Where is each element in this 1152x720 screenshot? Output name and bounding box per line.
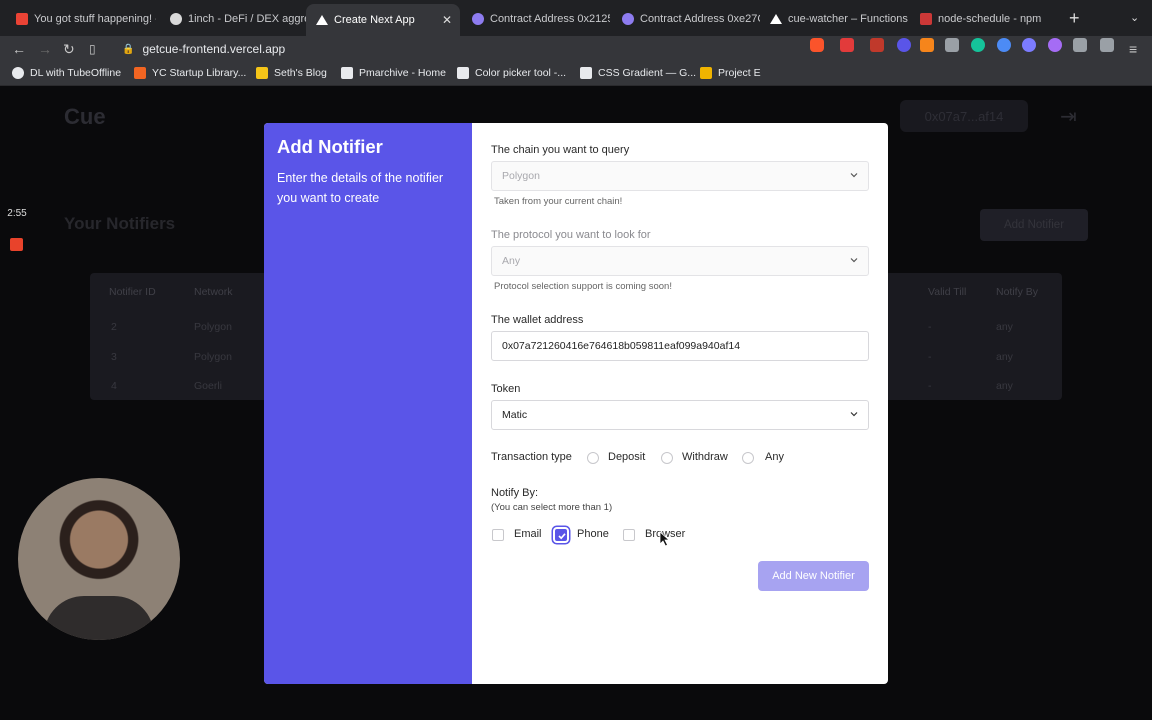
medium-icon [457,67,469,79]
bookmark-item[interactable]: CSS Gradient — G... [580,67,696,79]
back-icon[interactable]: ← [12,39,26,59]
chevron-down-icon [850,171,858,179]
extension-icon[interactable] [1022,38,1036,52]
polygonscan-icon [622,13,634,25]
bookmark-item[interactable]: Seth's Blog [256,67,327,79]
metamask-icon[interactable] [920,38,934,52]
notify-by-label: Notify By: [491,487,539,499]
token-select[interactable]: Matic [491,400,869,430]
close-tab-icon[interactable]: ✕ [442,13,452,27]
wallet-label: The wallet address [491,314,584,326]
tab-search-icon[interactable]: ⌄ [1130,11,1139,24]
tab-node-schedule[interactable]: node-schedule - npm [910,6,1060,32]
brave-shield-icon[interactable] [810,38,824,52]
tab-contract-1[interactable]: Contract Address 0x2125a [462,6,610,32]
tab-gmail[interactable]: You got stuff happening! - [6,6,156,32]
vercel-icon [316,15,328,25]
tab-contract-2[interactable]: Contract Address 0xe27C8 [612,6,760,32]
vercel-icon [770,14,782,24]
protocol-select[interactable]: Any [491,246,869,276]
any-label: Any [765,451,784,463]
modal-subtitle: Enter the details of the notifier you wa… [277,171,444,205]
mouse-cursor-icon [659,531,671,547]
email-label: Email [514,528,542,540]
chevron-down-icon [850,256,858,264]
wallet-address-input[interactable]: 0x07a721260416e764618b059811eaf099a940af… [491,331,869,361]
protocol-hint: Protocol selection support is coming soo… [494,281,672,292]
chain-hint: Taken from your current chain! [494,196,623,207]
bookmark-item[interactable]: DL with TubeOffline [12,67,121,79]
browser-checkbox[interactable] [623,529,635,541]
add-notifier-modal: Add Notifier Enter the details of the no… [264,123,888,684]
withdraw-radio[interactable] [661,452,673,464]
bookmark-item[interactable]: Project E [700,67,761,79]
tab-create-next-app[interactable]: Create Next App ✕ [306,4,460,36]
phone-checkbox[interactable] [555,529,567,541]
modal-title: Add Notifier [277,136,383,157]
modal-sidebar: Add Notifier Enter the details of the no… [264,123,472,684]
extension-icon[interactable] [945,38,959,52]
phone-label: Phone [577,528,609,540]
puzzle-icon[interactable] [1073,38,1087,52]
forward-icon[interactable]: → [38,39,52,59]
bookmark-item[interactable]: Color picker tool -... [457,67,566,79]
token-label: Token [491,383,521,395]
chevron-down-icon [850,410,858,418]
address-bar[interactable]: 🔒 getcue-frontend.vercel.app [122,39,285,59]
yc-icon [134,67,146,79]
notify-by-sublabel: (You can select more than 1) [491,502,613,513]
bookmarks-bar: DL with TubeOffline YC Startup Library..… [0,62,1152,86]
miro-icon [700,67,712,79]
protocol-label: The protocol you want to look for [491,229,651,241]
extension-icon[interactable] [997,38,1011,52]
tab-1inch[interactable]: 1inch - DeFi / DEX aggrega [160,6,306,32]
chain-select[interactable]: Polygon [491,161,869,191]
any-radio[interactable] [742,452,754,464]
chain-label: The chain you want to query [491,144,630,156]
extension-icon[interactable] [897,38,911,52]
lock-icon: 🔒 [122,43,135,55]
transaction-type-label: Transaction type [491,451,572,463]
recording-timer: 2:55 [7,207,27,219]
globe-icon [12,67,24,79]
checkmark-icon [558,533,566,540]
tab-cue-watcher[interactable]: cue-watcher – Functions [760,6,910,32]
bookmark-item[interactable]: Pmarchive - Home [341,67,446,79]
css-gradient-icon [580,67,592,79]
email-checkbox[interactable] [492,529,504,541]
stop-recording-icon[interactable] [10,238,23,251]
withdraw-label: Withdraw [682,451,728,463]
gmail-icon [16,13,28,25]
npm-icon [920,13,932,25]
wallet-icon[interactable] [1100,38,1114,52]
webcam-figure [44,596,154,640]
browser-nav-bar: ← → ↻ ▯ 🔒 getcue-frontend.vercel.app ≡ [0,36,1152,62]
extension-icon[interactable] [870,38,884,52]
menu-icon[interactable]: ≡ [1129,39,1137,59]
reload-icon[interactable]: ↻ [63,39,75,59]
webcam-overlay [18,478,180,640]
grammarly-icon[interactable] [971,38,985,52]
extension-icon[interactable] [1048,38,1062,52]
add-new-notifier-button[interactable]: Add New Notifier [758,561,869,591]
browser-tab-bar: You got stuff happening! - 1inch - DeFi … [0,0,1152,36]
bookmark-item[interactable]: YC Startup Library... [134,67,246,79]
new-tab-icon[interactable]: + [1069,9,1080,27]
deposit-radio[interactable] [587,452,599,464]
polygonscan-icon [472,13,484,25]
seth-blog-icon [256,67,268,79]
brave-rewards-icon[interactable] [840,38,854,52]
1inch-icon [170,13,182,25]
bookmark-icon[interactable]: ▯ [89,39,96,59]
pmarchive-icon [341,67,353,79]
deposit-label: Deposit [608,451,646,463]
